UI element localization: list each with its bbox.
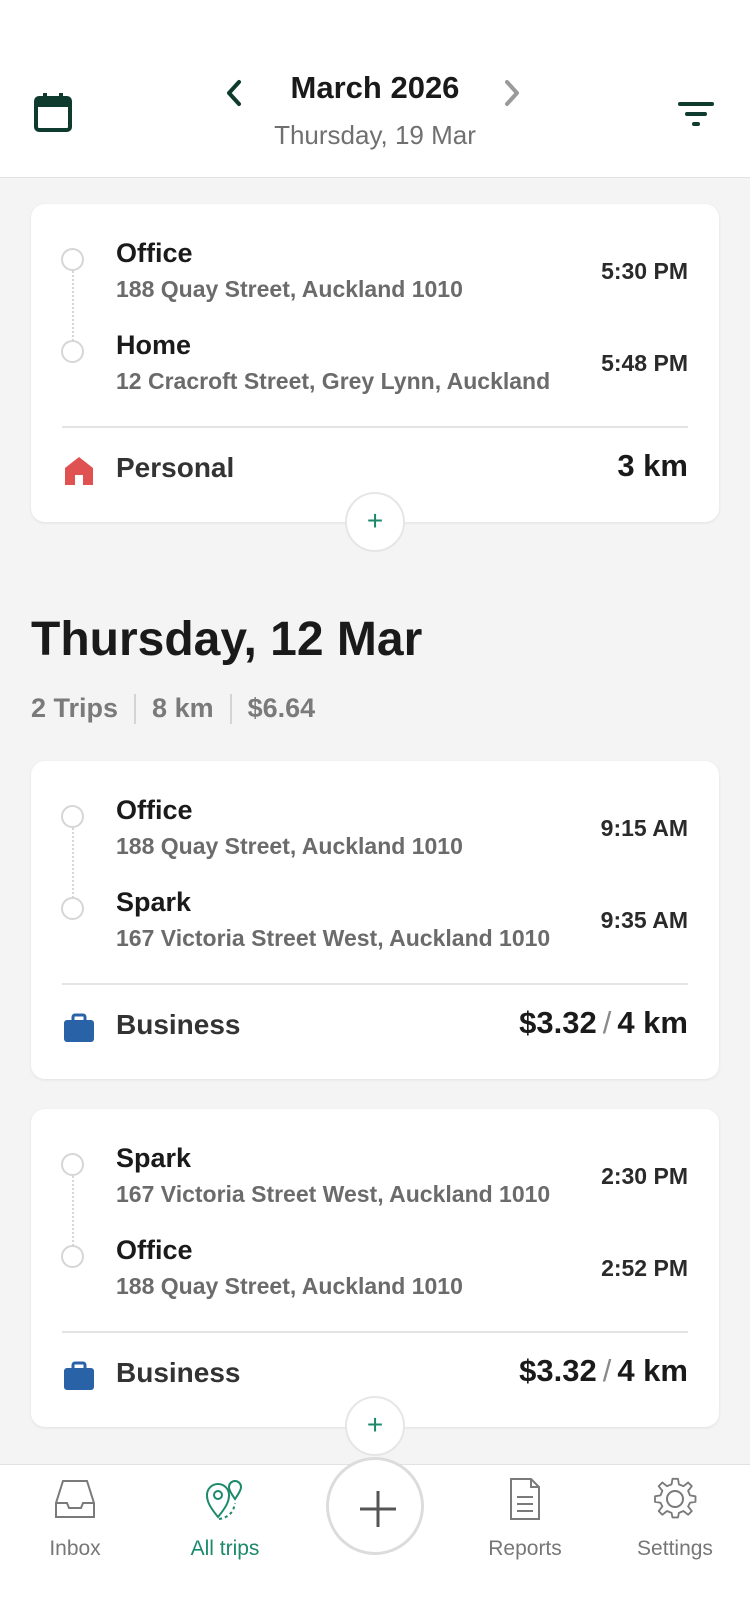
stop-time: 5:48 PM <box>601 350 688 376</box>
tab-all-trips[interactable]: All trips <box>150 1465 300 1585</box>
amount-separator: / <box>602 1005 612 1040</box>
stats-separator <box>229 693 232 724</box>
briefcase-icon <box>63 1013 95 1043</box>
trip-amount-distance: $3.32/4 km <box>519 1353 688 1389</box>
gear-icon <box>654 1477 697 1519</box>
stop-address: 188 Quay Street, Auckland 1010 <box>116 1273 463 1299</box>
stop-time: 2:30 PM <box>601 1163 688 1189</box>
stop-address: 188 Quay Street, Auckland 1010 <box>116 276 463 302</box>
stop-time: 9:15 AM <box>600 815 688 841</box>
stop-address: 188 Quay Street, Auckland 1010 <box>116 833 463 859</box>
map-pins-icon <box>205 1480 243 1520</box>
card-divider <box>62 1331 688 1333</box>
trip-start: Office 188 Quay Street, Auckland 1010 9:… <box>31 793 719 873</box>
card-divider <box>62 426 688 428</box>
stop-address: 167 Victoria Street West, Auckland 1010 <box>116 925 551 951</box>
add-trip-between-button[interactable]: + <box>345 492 405 552</box>
trip-category-label: Business <box>116 1357 241 1388</box>
month-title-row: March 2026 <box>0 70 750 106</box>
next-month-chevron-icon[interactable] <box>500 76 524 110</box>
stop-name: Office <box>116 238 193 268</box>
add-trip-between-button[interactable]: + <box>345 1396 405 1456</box>
day-group-title: Thursday, 12 Mar <box>31 613 423 666</box>
stop-name: Office <box>116 1235 193 1265</box>
inbox-icon <box>55 1480 95 1518</box>
trip-card[interactable]: Office 188 Quay Street, Auckland 1010 5:… <box>31 204 719 522</box>
trip-card[interactable]: Office 188 Quay Street, Auckland 1010 9:… <box>31 761 719 1079</box>
trip-count: 2 Trips <box>31 693 119 723</box>
distance-value: 3 km <box>617 448 688 483</box>
stop-address: 167 Victoria Street West, Auckland 1010 <box>116 1181 551 1207</box>
destination-dot <box>61 897 84 920</box>
tab-reports[interactable]: Reports <box>450 1465 600 1585</box>
distance-value: 4 km <box>617 1353 688 1388</box>
trip-summary-row: Personal 3 km <box>31 448 719 494</box>
tab-inbox[interactable]: Inbox <box>0 1465 150 1585</box>
trip-end: Spark 167 Victoria Street West, Auckland… <box>31 885 719 965</box>
origin-dot <box>61 248 84 271</box>
month-title[interactable]: March 2026 <box>291 70 460 105</box>
document-icon <box>510 1478 540 1520</box>
stop-time: 9:35 AM <box>600 907 688 933</box>
stop-time: 5:30 PM <box>601 258 688 284</box>
tab-settings[interactable]: Settings <box>600 1465 750 1585</box>
origin-dot <box>61 1153 84 1176</box>
trip-summary-row: Business $3.32/4 km <box>31 1005 719 1051</box>
destination-dot <box>61 1245 84 1268</box>
trip-card[interactable]: Spark 167 Victoria Street West, Auckland… <box>31 1109 719 1427</box>
distance-value: 4 km <box>617 1005 688 1040</box>
amount-separator: / <box>602 1353 612 1388</box>
stop-name: Office <box>116 795 193 825</box>
tab-label: Inbox <box>49 1537 101 1560</box>
trip-amount: $3.32 <box>519 1005 597 1040</box>
selected-date: Thursday, 19 Mar <box>274 120 476 150</box>
trip-amount-distance: $3.32/4 km <box>519 1005 688 1041</box>
trip-amount: $3.32 <box>519 1353 597 1388</box>
tab-label: Reports <box>488 1537 562 1560</box>
filter-icon[interactable] <box>676 96 716 132</box>
stop-address: 12 Cracroft Street, Grey Lynn, Auckland <box>116 368 551 394</box>
tab-label: All trips <box>190 1537 260 1560</box>
plus-icon <box>360 1491 396 1527</box>
trip-category-label: Business <box>116 1009 241 1040</box>
stop-name: Home <box>116 330 192 360</box>
trip-end: Home 12 Cracroft Street, Grey Lynn, Auck… <box>31 328 719 408</box>
trip-start: Spark 167 Victoria Street West, Auckland… <box>31 1141 719 1221</box>
trip-distance: 3 km <box>617 448 688 484</box>
stop-name: Spark <box>116 887 192 917</box>
stop-time: 2:52 PM <box>601 1255 688 1281</box>
stats-separator <box>134 693 137 724</box>
trip-start: Office 188 Quay Street, Auckland 1010 5:… <box>31 236 719 316</box>
day-distance: 8 km <box>152 693 214 723</box>
stop-name: Spark <box>116 1143 192 1173</box>
day-amount: $6.64 <box>247 693 316 723</box>
trip-summary-row: Business $3.32/4 km <box>31 1353 719 1399</box>
day-group-stats: 2 Trips 8 km $6.64 <box>31 693 315 724</box>
home-icon <box>63 456 95 486</box>
origin-dot <box>61 805 84 828</box>
card-divider <box>62 983 688 985</box>
add-trip-button[interactable] <box>326 1457 424 1555</box>
top-header: March 2026 Thursday, 19 Mar <box>0 0 750 178</box>
trip-end: Office 188 Quay Street, Auckland 1010 2:… <box>31 1233 719 1313</box>
briefcase-icon <box>63 1361 95 1391</box>
destination-dot <box>61 340 84 363</box>
tab-label: Settings <box>637 1537 713 1560</box>
trip-category-label: Personal <box>116 452 235 483</box>
